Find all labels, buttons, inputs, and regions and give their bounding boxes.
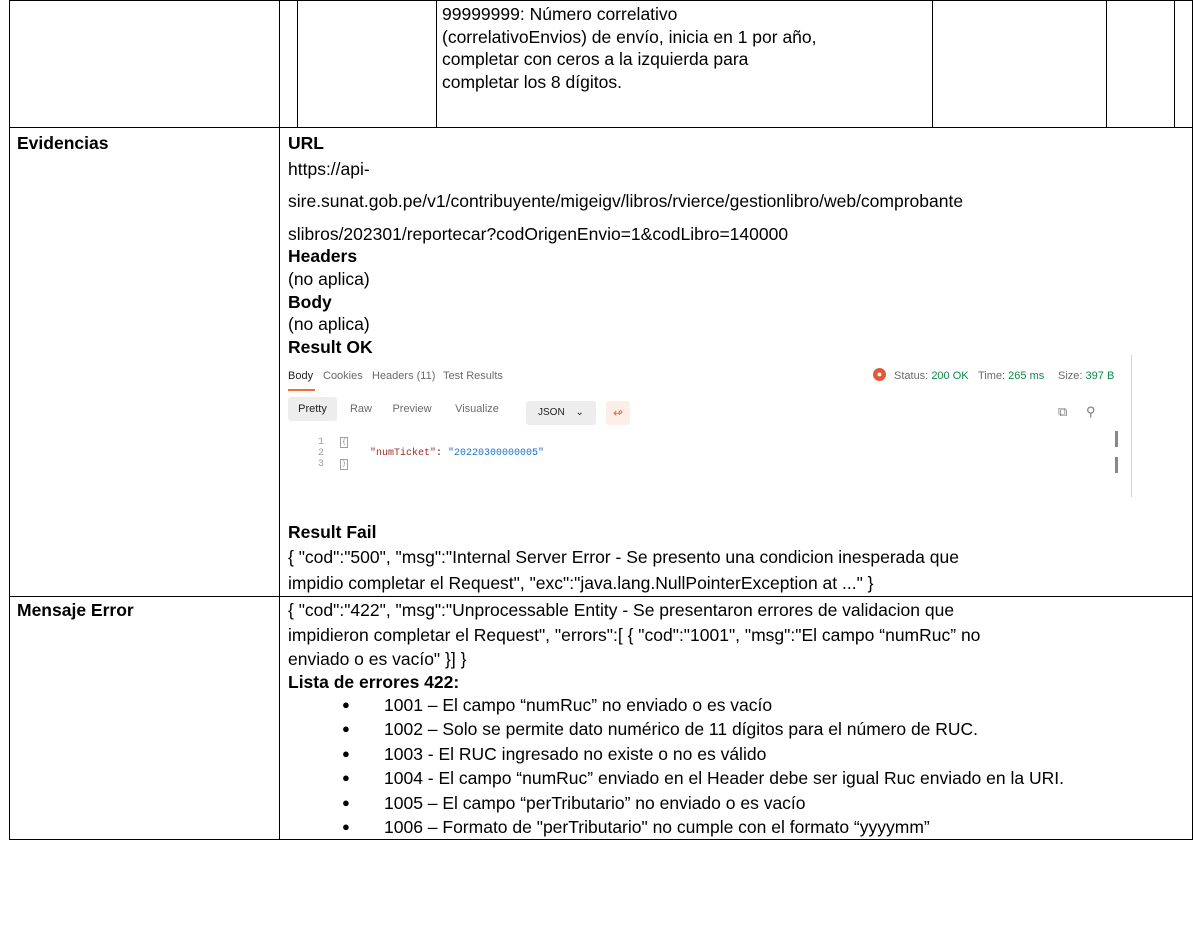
format-value: JSON (538, 407, 565, 419)
pretty-button[interactable]: Pretty (288, 397, 337, 422)
list-item: 1002 – Solo se permite dato numérico de … (342, 718, 1187, 741)
panel-divider (1131, 355, 1132, 498)
globe-icon[interactable]: ● (873, 368, 886, 382)
active-tab-indicator (288, 389, 315, 392)
time-readout: Time: 265 ms (978, 369, 1044, 383)
status-readout: Status: 200 OK (894, 369, 969, 383)
row-label-mensaje-error: Mensaje Error (9, 596, 280, 841)
url-heading: URL (288, 133, 324, 153)
size-value: 397 B (1085, 370, 1115, 383)
cell-empty (1174, 0, 1193, 128)
list-item: 1001 – El campo “numRuc” no enviado o es… (342, 694, 1187, 717)
cell-empty (932, 0, 1107, 128)
status-value: 200 OK (931, 370, 969, 383)
text-line: (correlativoEnvios) de envío, inicia en … (442, 26, 817, 47)
url-line: slibros/202301/reportecar?codOrigenEnvio… (288, 223, 789, 244)
size-readout: Size: 397 B (1058, 369, 1114, 383)
json-value: "20220300000005" (448, 448, 545, 460)
list-item: 1003 - El RUC ingresado no existe o no e… (342, 743, 1187, 766)
text-line: completar los 8 dígitos. (442, 71, 622, 92)
error-list-title: Lista de errores 422: (288, 671, 460, 692)
error-json-line: impidieron completar el Request", "error… (288, 624, 981, 645)
result-fail-heading: Result Fail (288, 522, 377, 543)
scrollbar-thumb[interactable] (1115, 457, 1118, 474)
cell-empty-label (9, 0, 280, 128)
row-label-evidencias: Evidencias (9, 126, 280, 598)
cell-empty (279, 0, 298, 128)
body-heading: Body (288, 291, 332, 312)
postman-response-panel: Body Cookies Headers (11) Test Results ●… (288, 355, 1132, 517)
table-row-evidencias: Evidencias URL https://api- sire.sunat.g… (9, 126, 1193, 598)
raw-button[interactable]: Raw (346, 397, 376, 421)
mensaje-error-content: { "cod":"422", "msg":"Unprocessable Enti… (279, 596, 1193, 841)
json-key: "numTicket" (370, 448, 437, 460)
tab-cookies[interactable]: Cookies (323, 369, 363, 383)
spec-table: 99999999: Número correlativo (correlativ… (9, 0, 1193, 841)
search-icon[interactable]: ⚲ (1086, 405, 1096, 419)
result-fail-line: impidio completar el Request", "exc":"ja… (288, 572, 874, 593)
list-item: 1004 - El campo “numRuc” enviado en el H… (342, 767, 1164, 790)
tab-test-results[interactable]: Test Results (443, 369, 503, 383)
fold-close-icon[interactable]: } (340, 459, 348, 471)
line-number: 2 (317, 448, 324, 460)
text-line: 99999999: Número correlativo (442, 4, 678, 24)
list-item: 1006 – Formato de "perTributario" no cum… (342, 816, 1187, 839)
preview-button[interactable]: Preview (388, 397, 436, 421)
status-label: Status: (894, 370, 929, 383)
time-label: Time: (978, 370, 1006, 383)
scrollbar-thumb[interactable] (1115, 431, 1118, 448)
list-item: 1005 – El campo “perTributario” no envia… (342, 792, 1187, 815)
result-fail-line: { "cod":"500", "msg":"Internal Server Er… (288, 546, 959, 567)
time-value: 265 ms (1008, 370, 1045, 383)
chevron-down-icon: ⌄ (575, 407, 584, 419)
body-value: (no aplica) (288, 314, 370, 335)
cell-empty (1106, 0, 1175, 128)
table-row-correlativo: 99999999: Número correlativo (correlativ… (9, 0, 1193, 128)
line-number: 1 (317, 437, 324, 449)
tab-headers[interactable]: Headers (11) (372, 369, 435, 383)
url-line: sire.sunat.gob.pe/v1/contribuyente/migei… (288, 191, 964, 212)
visualize-button[interactable]: Visualize (448, 397, 506, 421)
correlativo-description: 99999999: Número correlativo (correlativ… (436, 0, 933, 128)
fold-open-icon[interactable]: { (340, 437, 348, 449)
size-label: Size: (1058, 370, 1083, 383)
text-line: completar con ceros a la izquierda para (442, 49, 749, 70)
headers-value: (no aplica) (288, 268, 370, 289)
format-select[interactable]: JSON ⌄ (526, 401, 596, 426)
result-ok-heading: Result OK (288, 336, 373, 357)
url-line: https://api- (288, 158, 370, 179)
cell-empty (297, 0, 437, 128)
copy-icon[interactable]: ⧉ (1058, 405, 1067, 419)
error-list: 1001 – El campo “numRuc” no enviado o es… (288, 694, 1187, 840)
tab-body[interactable]: Body (288, 369, 313, 383)
table-row-mensaje-error: Mensaje Error { "cod":"422", "msg":"Unpr… (9, 596, 1193, 841)
headers-heading: Headers (288, 246, 358, 267)
json-entry: "numTicket": "20220300000005" (370, 448, 545, 460)
error-json-line: { "cod":"422", "msg":"Unprocessable Enti… (288, 600, 955, 621)
evidencias-content: URL https://api- sire.sunat.gob.pe/v1/co… (279, 126, 1193, 598)
line-number: 3 (317, 459, 324, 471)
wrap-lines-icon[interactable]: ↫ (606, 401, 630, 426)
error-json-line: enviado o es vacío" }] } (288, 649, 467, 670)
